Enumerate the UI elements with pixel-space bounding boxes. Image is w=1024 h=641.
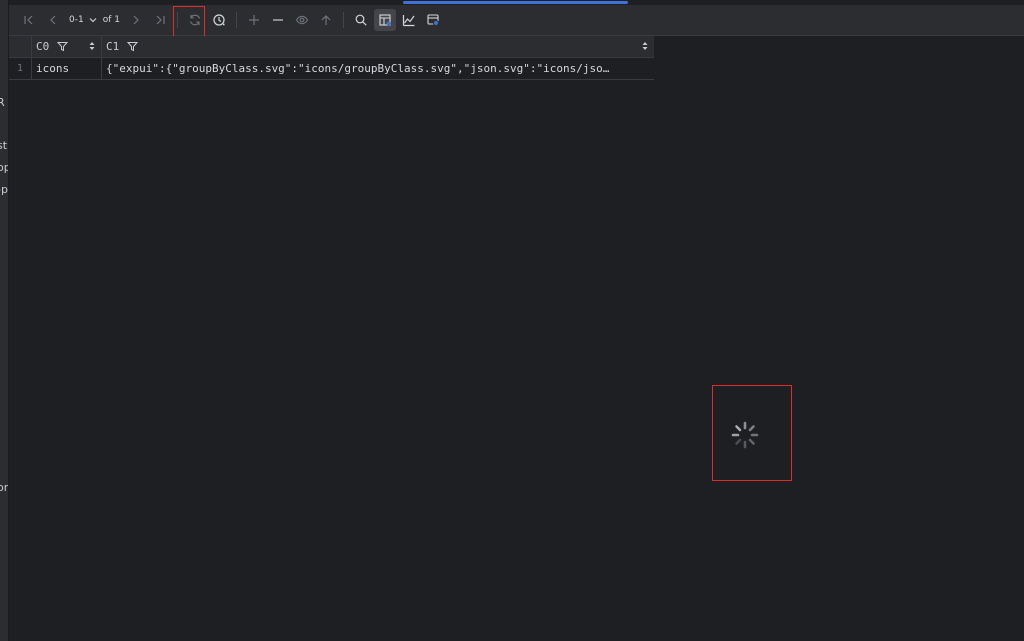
sort-icon[interactable] xyxy=(642,41,648,51)
chevron-down-icon xyxy=(89,18,97,23)
submit-icon[interactable] xyxy=(315,9,337,31)
loading-spinner-icon xyxy=(731,421,759,449)
page-total: of 1 xyxy=(102,15,120,25)
add-row-icon[interactable] xyxy=(243,9,265,31)
table-cell-c1[interactable]: {"expui":{"groupByClass.svg":"icons/grou… xyxy=(102,58,654,79)
filter-icon[interactable] xyxy=(57,41,69,52)
loading-progress-bar xyxy=(403,1,628,4)
left-fragment: -p xyxy=(0,183,8,196)
data-editor-toolbar: 0-1 of 1 xyxy=(9,5,1024,36)
history-icon[interactable] xyxy=(208,9,230,31)
toolbar-divider xyxy=(342,12,344,28)
chart-icon[interactable] xyxy=(398,9,420,31)
last-page-icon[interactable] xyxy=(149,9,171,31)
grid-header: C0 C1 xyxy=(9,36,654,58)
column-title: C1 xyxy=(106,40,120,53)
result-grid: C0 C1 1 icons {"expui":{"groupByClass.sv… xyxy=(9,36,654,80)
left-panel-strip: R st op -p or xyxy=(0,0,9,641)
pagination-selector[interactable]: 0-1 of 1 xyxy=(65,15,124,25)
previous-page-icon[interactable] xyxy=(42,9,64,31)
page-range[interactable]: 0-1 xyxy=(69,15,84,25)
row-number-gutter xyxy=(9,36,32,57)
preview-icon[interactable] xyxy=(291,9,313,31)
view-mode-icon[interactable] xyxy=(373,9,396,31)
table-settings-icon[interactable] xyxy=(422,9,444,31)
first-page-icon[interactable] xyxy=(18,9,40,31)
filter-icon[interactable] xyxy=(127,41,139,52)
left-fragment: op xyxy=(0,161,8,174)
next-page-icon[interactable] xyxy=(125,9,147,31)
left-fragment: st xyxy=(0,139,8,152)
table-row[interactable]: 1 icons {"expui":{"groupByClass.svg":"ic… xyxy=(9,58,654,80)
left-fragment: or xyxy=(0,481,9,494)
column-header-c0[interactable]: C0 xyxy=(32,36,102,57)
column-header-c1[interactable]: C1 xyxy=(102,36,654,57)
toolbar-divider xyxy=(235,12,237,28)
left-fragment: R xyxy=(0,96,5,109)
row-number: 1 xyxy=(9,58,32,79)
reload-highlight-box xyxy=(173,6,205,39)
delete-row-icon[interactable] xyxy=(267,9,289,31)
search-icon[interactable] xyxy=(350,9,372,31)
column-title: C0 xyxy=(36,40,50,53)
table-cell-c0[interactable]: icons xyxy=(32,58,102,79)
sort-icon[interactable] xyxy=(89,41,95,51)
